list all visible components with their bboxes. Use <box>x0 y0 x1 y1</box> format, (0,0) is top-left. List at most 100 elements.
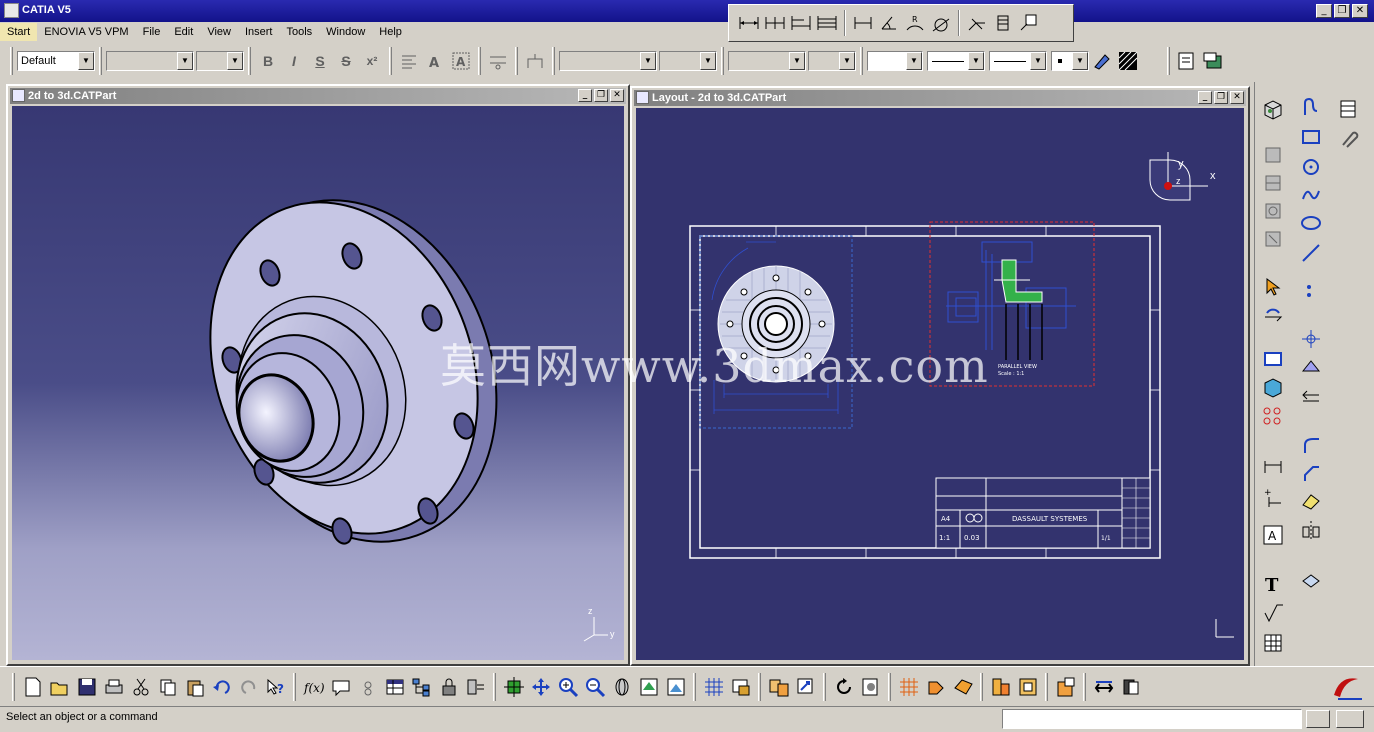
menu-file[interactable]: File <box>136 23 168 41</box>
text-anchor-icon[interactable]: A <box>422 48 448 74</box>
refresh-icon[interactable] <box>830 673 857 701</box>
ellipse-icon[interactable] <box>1298 210 1324 236</box>
toolbar-grip[interactable] <box>10 47 13 75</box>
line-type-combo[interactable]: ▼ <box>927 51 985 71</box>
menu-insert[interactable]: Insert <box>238 23 280 41</box>
line-icon[interactable] <box>1298 240 1324 266</box>
chevron-down-icon[interactable]: ▼ <box>789 52 805 70</box>
area-fill-icon[interactable] <box>1298 354 1324 380</box>
tolerance-icon[interactable]: + <box>1260 484 1286 510</box>
dimension-value-combo[interactable]: ▼ <box>808 51 856 71</box>
create-multi-view-icon[interactable] <box>635 673 662 701</box>
menu-help[interactable]: Help <box>372 23 409 41</box>
text-icon[interactable]: T <box>1260 570 1286 596</box>
text-frame-icon[interactable]: A <box>448 48 474 74</box>
menu-edit[interactable]: Edit <box>167 23 200 41</box>
profile-icon[interactable] <box>1298 94 1324 120</box>
quick-view-icon[interactable] <box>662 673 689 701</box>
toolbar-grip[interactable] <box>860 47 863 75</box>
insert-symbol-icon[interactable] <box>485 48 511 74</box>
view-layout-icon[interactable] <box>765 673 792 701</box>
underline-button[interactable]: S <box>307 48 333 74</box>
copy-object-format-icon[interactable] <box>1089 48 1115 74</box>
command-list-button[interactable] <box>1306 710 1330 728</box>
toolbar-grip[interactable] <box>980 672 983 701</box>
rotate-icon[interactable] <box>1260 302 1286 328</box>
grid-table-icon[interactable] <box>1260 630 1286 656</box>
arrow-left-icon[interactable] <box>1298 384 1324 410</box>
attach-icon[interactable] <box>1336 126 1362 152</box>
chained-dimensions-icon[interactable] <box>763 11 787 35</box>
toolbar-grip[interactable] <box>12 672 15 701</box>
strikethrough-button[interactable]: S <box>333 48 359 74</box>
lock-icon[interactable] <box>435 673 462 701</box>
diameter-dimension-icon[interactable] <box>929 11 953 35</box>
dimension-icon[interactable] <box>1260 454 1286 480</box>
grid-icon[interactable] <box>700 673 727 701</box>
minimize-button[interactable]: _ <box>1316 4 1332 18</box>
open-folder-icon[interactable] <box>46 673 73 701</box>
save-icon[interactable] <box>73 673 100 701</box>
section-view-icon[interactable] <box>1260 170 1286 196</box>
chevron-down-icon[interactable]: ▼ <box>700 52 716 70</box>
spline-icon[interactable] <box>1298 182 1324 208</box>
toolbar-grip[interactable] <box>293 672 296 701</box>
cube-icon[interactable] <box>1260 374 1286 400</box>
corner-icon[interactable] <box>1298 432 1324 458</box>
drawing-sheet[interactable]: PARALLEL VIEW Scale : 1:1 DASSAULT SYSTE… <box>686 220 1166 566</box>
rectangle-icon[interactable] <box>1298 124 1324 150</box>
box-icon[interactable] <box>1260 346 1286 372</box>
layout-window-close-button[interactable]: ✕ <box>1230 91 1244 104</box>
style-combo[interactable]: Default ▼ <box>17 51 95 71</box>
print-icon[interactable] <box>100 673 127 701</box>
formula-icon[interactable]: f(x) <box>300 673 327 701</box>
toolbar-grip[interactable] <box>758 672 761 701</box>
command-input[interactable] <box>1002 709 1302 729</box>
title-block[interactable]: DASSAULT SYSTEMES A4 1:1 0.03 1/1 <box>935 477 1151 549</box>
toolbar-grip[interactable] <box>478 47 481 75</box>
flange-3d-model[interactable] <box>12 106 624 660</box>
pan-icon[interactable] <box>527 673 554 701</box>
chevron-down-icon[interactable]: ▼ <box>640 52 656 70</box>
cut-icon[interactable] <box>127 673 154 701</box>
sheet-background-icon[interactable] <box>1200 48 1226 74</box>
3d-view-icon[interactable] <box>1260 96 1286 122</box>
bold-button[interactable]: B <box>255 48 281 74</box>
chevron-down-icon[interactable]: ▼ <box>78 52 94 70</box>
normal-view-icon[interactable] <box>608 673 635 701</box>
superscript-button[interactable]: x² <box>359 48 385 74</box>
length-distance-dimension-icon[interactable] <box>851 11 875 35</box>
front-view-icon[interactable] <box>1260 142 1286 168</box>
parameters-icon[interactable] <box>462 673 489 701</box>
menu-enovia[interactable]: ENOVIA V5 VPM <box>37 23 135 41</box>
dimension-type-combo[interactable]: ▼ <box>728 51 806 71</box>
align-left-icon[interactable] <box>396 48 422 74</box>
fit-all-in-icon[interactable] <box>500 673 527 701</box>
paste-icon[interactable] <box>181 673 208 701</box>
undo-icon[interactable] <box>208 673 235 701</box>
swap-visible-space-icon[interactable] <box>792 673 819 701</box>
toolbar-grip[interactable] <box>823 672 826 701</box>
angle-dimension-icon[interactable] <box>877 11 901 35</box>
toolbar-grip[interactable] <box>493 672 496 701</box>
chevron-down-icon[interactable]: ▼ <box>1072 52 1088 70</box>
tolerance-combo[interactable]: ▼ <box>559 51 657 71</box>
sheet-swap-icon[interactable] <box>1117 673 1144 701</box>
frame-symbol-icon[interactable] <box>522 48 548 74</box>
toolbar-grip[interactable] <box>99 47 102 75</box>
new-document-icon[interactable] <box>19 673 46 701</box>
display-view-icon[interactable] <box>727 673 754 701</box>
sheet-properties-icon[interactable] <box>1174 48 1200 74</box>
italic-button[interactable]: I <box>281 48 307 74</box>
part-window-close-button[interactable]: ✕ <box>610 89 624 102</box>
section-view[interactable]: PARALLEL VIEW Scale : 1:1 <box>946 241 1076 377</box>
toolbar-grip[interactable] <box>888 672 891 701</box>
toolbar-grip[interactable] <box>1167 47 1170 75</box>
point-icon[interactable] <box>1298 278 1324 304</box>
snap-to-point-icon[interactable] <box>922 673 949 701</box>
whats-this-icon[interactable]: ? <box>262 673 289 701</box>
toolbar-grip[interactable] <box>693 672 696 701</box>
chevron-down-icon[interactable]: ▼ <box>839 52 855 70</box>
cumulated-dimensions-icon[interactable] <box>789 11 813 35</box>
close-button[interactable]: ✕ <box>1352 4 1368 18</box>
